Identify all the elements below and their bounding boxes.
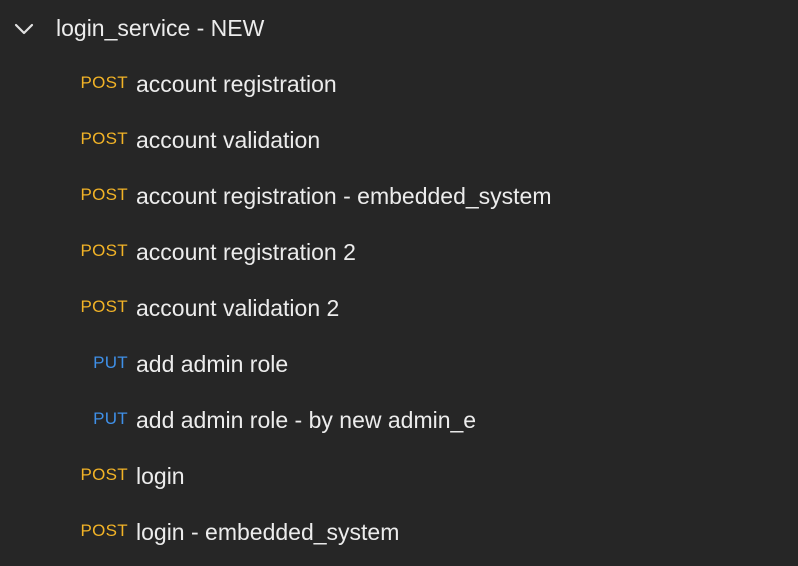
chevron-down-icon[interactable] [13,18,35,40]
folder-name: login_service - NEW [56,15,265,41]
request-name: login - embedded_system [136,519,400,545]
method-badge: POST [80,73,128,92]
request-item[interactable]: POST account registration 2 [0,224,798,280]
request-item[interactable]: POST account registration - embedded_sys… [0,168,798,224]
request-name: account registration [136,71,337,97]
request-item[interactable]: PUT add admin role - by new admin_e [0,392,798,448]
method-badge: POST [80,129,128,148]
request-item[interactable]: POST login [0,448,798,504]
request-name: add admin role [136,351,289,377]
folder-row[interactable]: login_service - NEW [0,0,798,56]
request-item[interactable]: POST account validation 2 [0,280,798,336]
request-name: account registration - embedded_system [136,183,552,209]
request-name: login [136,463,185,489]
method-badge: PUT [93,409,128,428]
method-badge: PUT [93,353,128,372]
request-item[interactable]: POST account registration [0,56,798,112]
method-badge: POST [80,521,128,540]
request-item[interactable]: POST login - embedded_system [0,504,798,560]
method-badge: POST [80,465,128,484]
request-item[interactable]: POST account validation [0,112,798,168]
collection-tree: login_service - NEW POST account registr… [0,0,798,566]
request-name: account validation [136,127,321,153]
method-badge: POST [80,241,128,260]
request-name: account registration 2 [136,239,356,265]
method-badge: POST [80,297,128,316]
request-item[interactable]: PUT add admin role [0,336,798,392]
request-name: account validation 2 [136,295,340,321]
request-name: add admin role - by new admin_e [136,407,477,433]
method-badge: POST [80,185,128,204]
